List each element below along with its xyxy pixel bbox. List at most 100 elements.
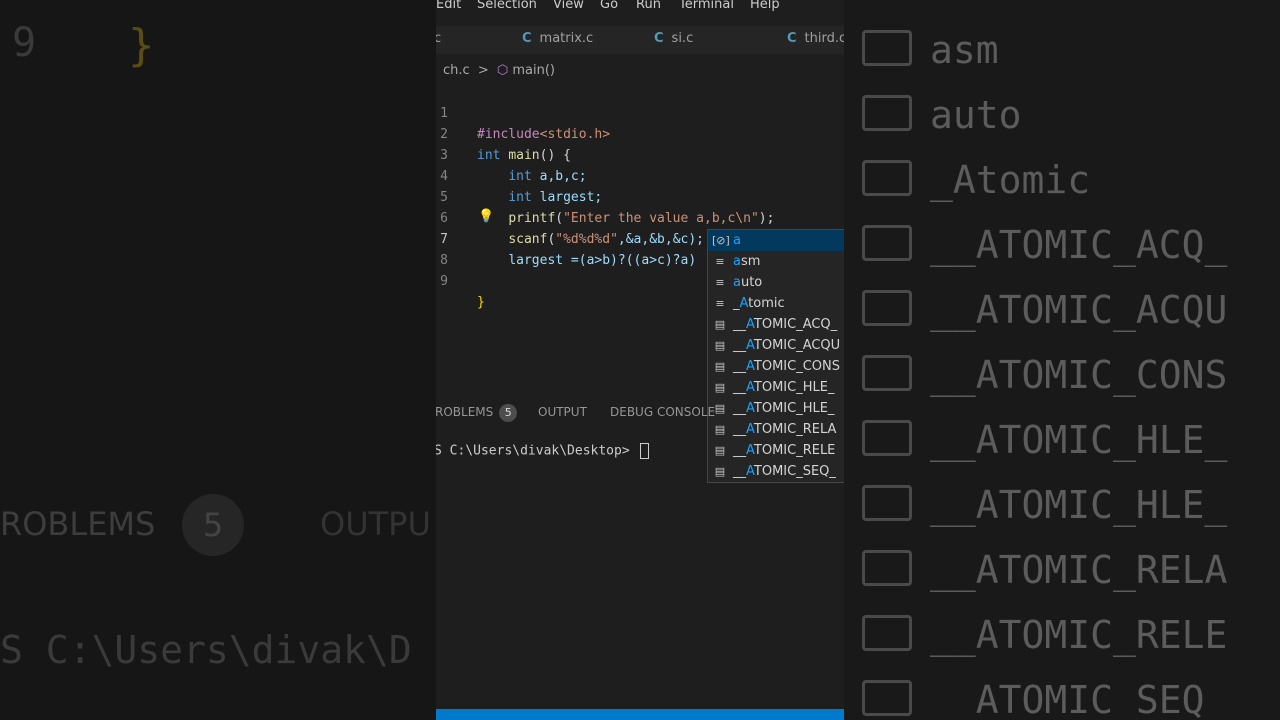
suggestion-match: A [746, 359, 754, 374]
keyword-icon: ≡ [715, 255, 725, 268]
suggestion-rest: TOMIC_RELA [753, 422, 837, 437]
c-file-icon: C [787, 31, 797, 46]
suggestion-item[interactable]: ≡ _Atomic [708, 293, 844, 314]
bg-keyword-icon [862, 160, 912, 196]
editor-tab-bar: c Cmatrix.c Csi.c Cthird.c [436, 26, 844, 54]
suggestion-rest: uto [740, 275, 763, 290]
tab-current[interactable]: c [436, 31, 441, 46]
suggestion-rest: TOMIC_ACQ_ [753, 317, 838, 332]
suggestion-match: a [733, 275, 741, 290]
tab-output[interactable]: OUTPUT [538, 405, 587, 419]
suggestion-rest: TOMIC_HLE_ [753, 380, 835, 395]
bg-suggestion-text: __ATOMIC_RELE [930, 613, 1228, 657]
suggestion-label: __ATOMIC_CONS [733, 356, 840, 377]
suggestion-item[interactable]: ≡ asm [708, 251, 844, 272]
menu-go[interactable]: Go [600, 0, 618, 12]
menu-edit[interactable]: Edit [436, 0, 461, 12]
suggestion-label: _Atomic [733, 293, 785, 314]
suggestion-item[interactable]: ▤ __ATOMIC_ACQU [708, 335, 844, 356]
bg-problems-badge: 5 [182, 494, 244, 556]
bg-text-icon [862, 680, 912, 716]
bg-keyword-icon [862, 95, 912, 131]
suggestion-match: A [746, 422, 754, 437]
suggestion-match: A [746, 317, 754, 332]
bg-output-label: OUTPU [320, 505, 431, 543]
code-token: } [477, 295, 485, 310]
suggestion-match: a [733, 254, 741, 269]
suggestion-item[interactable]: [⊘] a [708, 230, 844, 251]
c-file-icon: C [654, 31, 664, 46]
keyword-icon: ≡ [715, 276, 725, 289]
tab-label: ROBLEMS [436, 405, 494, 419]
bg-text-icon [862, 290, 912, 326]
suggestion-widget[interactable]: [⊘] a ≡ asm ≡ auto ≡ _Atomic ▤ __ATOMIC_ACQ_ ▤ __AT… [707, 229, 844, 483]
breadcrumb-symbol[interactable]: main() [512, 63, 555, 78]
tab-debug-console[interactable]: DEBUG CONSOLE [610, 405, 715, 419]
code-line: 5 printf("Enter the value a,b,c\n"); [436, 166, 844, 226]
menu-view[interactable]: View [553, 0, 584, 12]
menu-run[interactable]: Run [636, 0, 661, 12]
tab-si-c[interactable]: Csi.c [654, 31, 693, 46]
suggestion-rest: TOMIC_CONS [753, 359, 840, 374]
terminal-prompt[interactable]: S C:\Users\divak\Desktop> [436, 443, 649, 459]
breadcrumb-file[interactable]: ch.c [443, 63, 470, 78]
vscode-window: Edit Selection View Go Run Terminal Help… [436, 0, 844, 720]
tab-problems[interactable]: ROBLEMS 5 [436, 404, 518, 422]
suggestion-item[interactable]: ▤ __ATOMIC_ACQ_ [708, 314, 844, 335]
bg-suggestion-text: auto [930, 93, 1022, 137]
cube-icon: ⬡ [496, 63, 509, 78]
menu-terminal[interactable]: Terminal [679, 0, 734, 12]
tab-matrix-c[interactable]: Cmatrix.c [522, 31, 593, 46]
code-line: 3 int a,b,c; [436, 124, 844, 184]
menu-help[interactable]: Help [750, 0, 780, 12]
text-icon: ▤ [714, 318, 726, 331]
background-right-zoom: asm auto _Atomic __ATOMIC_ACQ_ __ATOMIC_ACQU… [844, 0, 1280, 720]
bg-suggestion-text: _Atomic [930, 158, 1091, 202]
status-bar [436, 709, 844, 720]
bg-text-icon [862, 355, 912, 391]
code-line: 2 int main() { [436, 103, 844, 163]
bg-line-number: 9 [12, 20, 37, 66]
suggestion-prefix: __ [733, 338, 746, 353]
breadcrumb: ch.c > ⬡ main() [443, 63, 555, 78]
suggestion-item[interactable]: ▤ __ATOMIC_HLE_ [708, 377, 844, 398]
breadcrumb-separator: > [477, 63, 489, 78]
suggestion-prefix: __ [733, 359, 746, 374]
suggestion-rest: TOMIC_SEQ_ [753, 464, 836, 479]
suggestion-item[interactable]: ▤ __ATOMIC_SEQ_ [708, 461, 844, 482]
suggestion-label: __ATOMIC_ACQU [733, 335, 840, 356]
menu-selection[interactable]: Selection [477, 0, 537, 12]
suggestion-prefix: __ [733, 422, 746, 437]
panel-tab-bar: ROBLEMS 5 OUTPUT DEBUG CONSOLE [436, 400, 844, 424]
bg-suggestion-text: __ATOMIC_ACQ_ [930, 223, 1228, 267]
suggestion-match: a [733, 233, 741, 248]
bg-brace: } [128, 20, 155, 71]
suggestion-item[interactable]: ▤ __ATOMIC_CONS [708, 356, 844, 377]
suggestion-item[interactable]: ▤ __ATOMIC_RELE [708, 440, 844, 461]
tab-label: c [436, 31, 442, 46]
tab-third-c[interactable]: Cthird.c [787, 31, 844, 46]
suggestion-rest: TOMIC_RELE [753, 443, 836, 458]
suggestion-prefix: __ [733, 443, 746, 458]
text-icon: ▤ [714, 339, 726, 352]
suggestion-item[interactable]: ≡ auto [708, 272, 844, 293]
suggestion-label: a [733, 230, 741, 251]
bg-suggestion-text: __ATOMIC_RELA [930, 548, 1228, 592]
suggestion-match: A [746, 338, 754, 353]
lightbulb-icon[interactable]: 💡 [478, 209, 494, 224]
terminal-cursor [639, 443, 649, 459]
tab-label: matrix.c [539, 31, 594, 46]
bg-suggestion-text: __ATOMIC_HLE_ [930, 418, 1228, 462]
suggestion-label: asm [733, 251, 760, 272]
bg-text-icon [862, 225, 912, 261]
suggestion-prefix: __ [733, 380, 746, 395]
text-icon: ▤ [714, 381, 726, 394]
tab-label: si.c [671, 31, 694, 46]
suggestion-rest: TOMIC_ACQU [753, 338, 841, 353]
terminal-prompt-text: S C:\Users\divak\Desktop> [436, 443, 638, 459]
bg-keyword-icon [862, 30, 912, 66]
problems-count-badge: 5 [499, 404, 518, 422]
suggestion-label: __ATOMIC_ACQ_ [733, 314, 837, 335]
variable-icon: [⊘] [712, 234, 730, 247]
bg-problems-label: ROBLEMS [0, 505, 156, 543]
